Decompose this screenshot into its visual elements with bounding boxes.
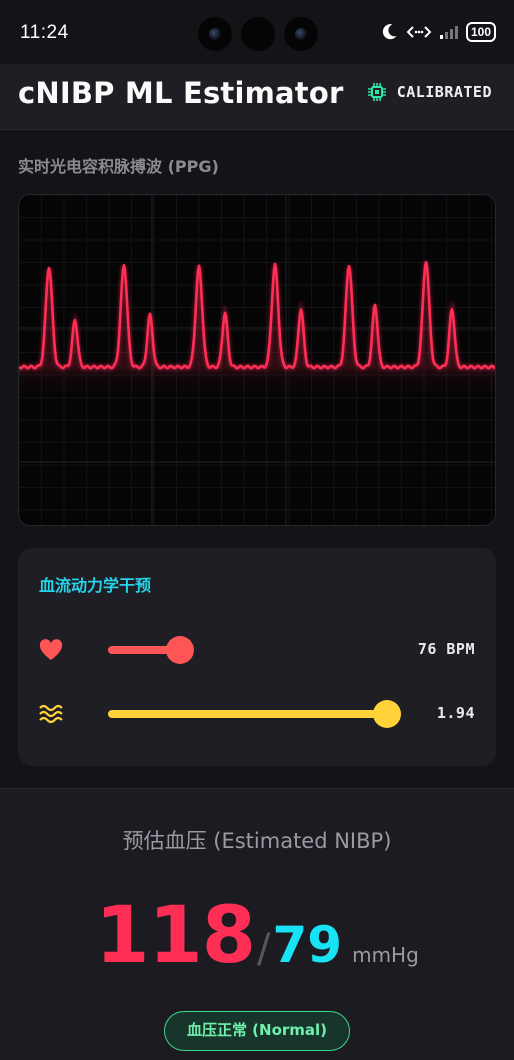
stiffness-slider-row: 1.94 — [18, 694, 496, 734]
hemodynamics-title: 血流动力学干预 — [39, 576, 152, 595]
bp-status-badge: 血压正常 (Normal) — [164, 1011, 350, 1051]
battery-icon: 100 — [465, 22, 496, 42]
calibration-label: CALIBRATED — [396, 83, 492, 101]
moon-icon — [382, 24, 397, 40]
hemodynamics-card: 血流动力学干预 76 BPM 1.94 — [18, 548, 496, 766]
status-time: 11:24 — [20, 22, 69, 43]
stiffness-value: 1.94 — [436, 704, 475, 722]
estimate-panel: 预估血压 (Estimated NIBP) 118/79 mmHg 血压正常 (N… — [0, 788, 514, 1060]
estimate-title: 预估血压 (Estimated NIBP) — [122, 829, 392, 853]
app-title: cNIBP ML Estimator — [18, 76, 344, 110]
diastolic-value: 79 — [272, 916, 343, 974]
waves-icon — [39, 704, 63, 724]
ppg-section-label: 实时光电容积脉搏波 (PPG) — [18, 157, 219, 176]
stiffness-slider[interactable] — [108, 710, 388, 718]
bp-separator: / — [257, 926, 271, 972]
status-bar: 11:24 100 — [0, 0, 514, 64]
heart-icon — [39, 639, 63, 660]
heart-rate-slider-thumb[interactable] — [166, 636, 194, 664]
ppg-waveform — [19, 195, 495, 525]
bp-unit: mmHg — [352, 943, 419, 967]
signal-icon — [439, 25, 458, 39]
bp-readout: 118/79 mmHg — [0, 891, 514, 981]
data-transfer-icon — [406, 26, 432, 38]
heart-rate-slider-row: 76 BPM — [18, 630, 496, 670]
systolic-value: 118 — [95, 891, 256, 981]
ppg-waveform-panel — [18, 194, 496, 526]
app-screen: 11:24 100 cNIBP ML Estimator CALIBRATED … — [0, 0, 514, 1060]
camera-lens-icon — [198, 17, 232, 51]
heart-rate-value: 76 BPM — [417, 640, 475, 658]
sensor-icon — [241, 17, 275, 51]
calibration-status: CALIBRATED — [367, 82, 492, 102]
status-icons: 100 — [380, 22, 496, 42]
app-header: cNIBP ML Estimator CALIBRATED — [0, 64, 514, 130]
camera-cutout — [198, 15, 318, 53]
stiffness-slider-thumb[interactable] — [373, 700, 401, 728]
chip-icon — [367, 83, 386, 101]
camera-lens-icon — [284, 17, 318, 51]
